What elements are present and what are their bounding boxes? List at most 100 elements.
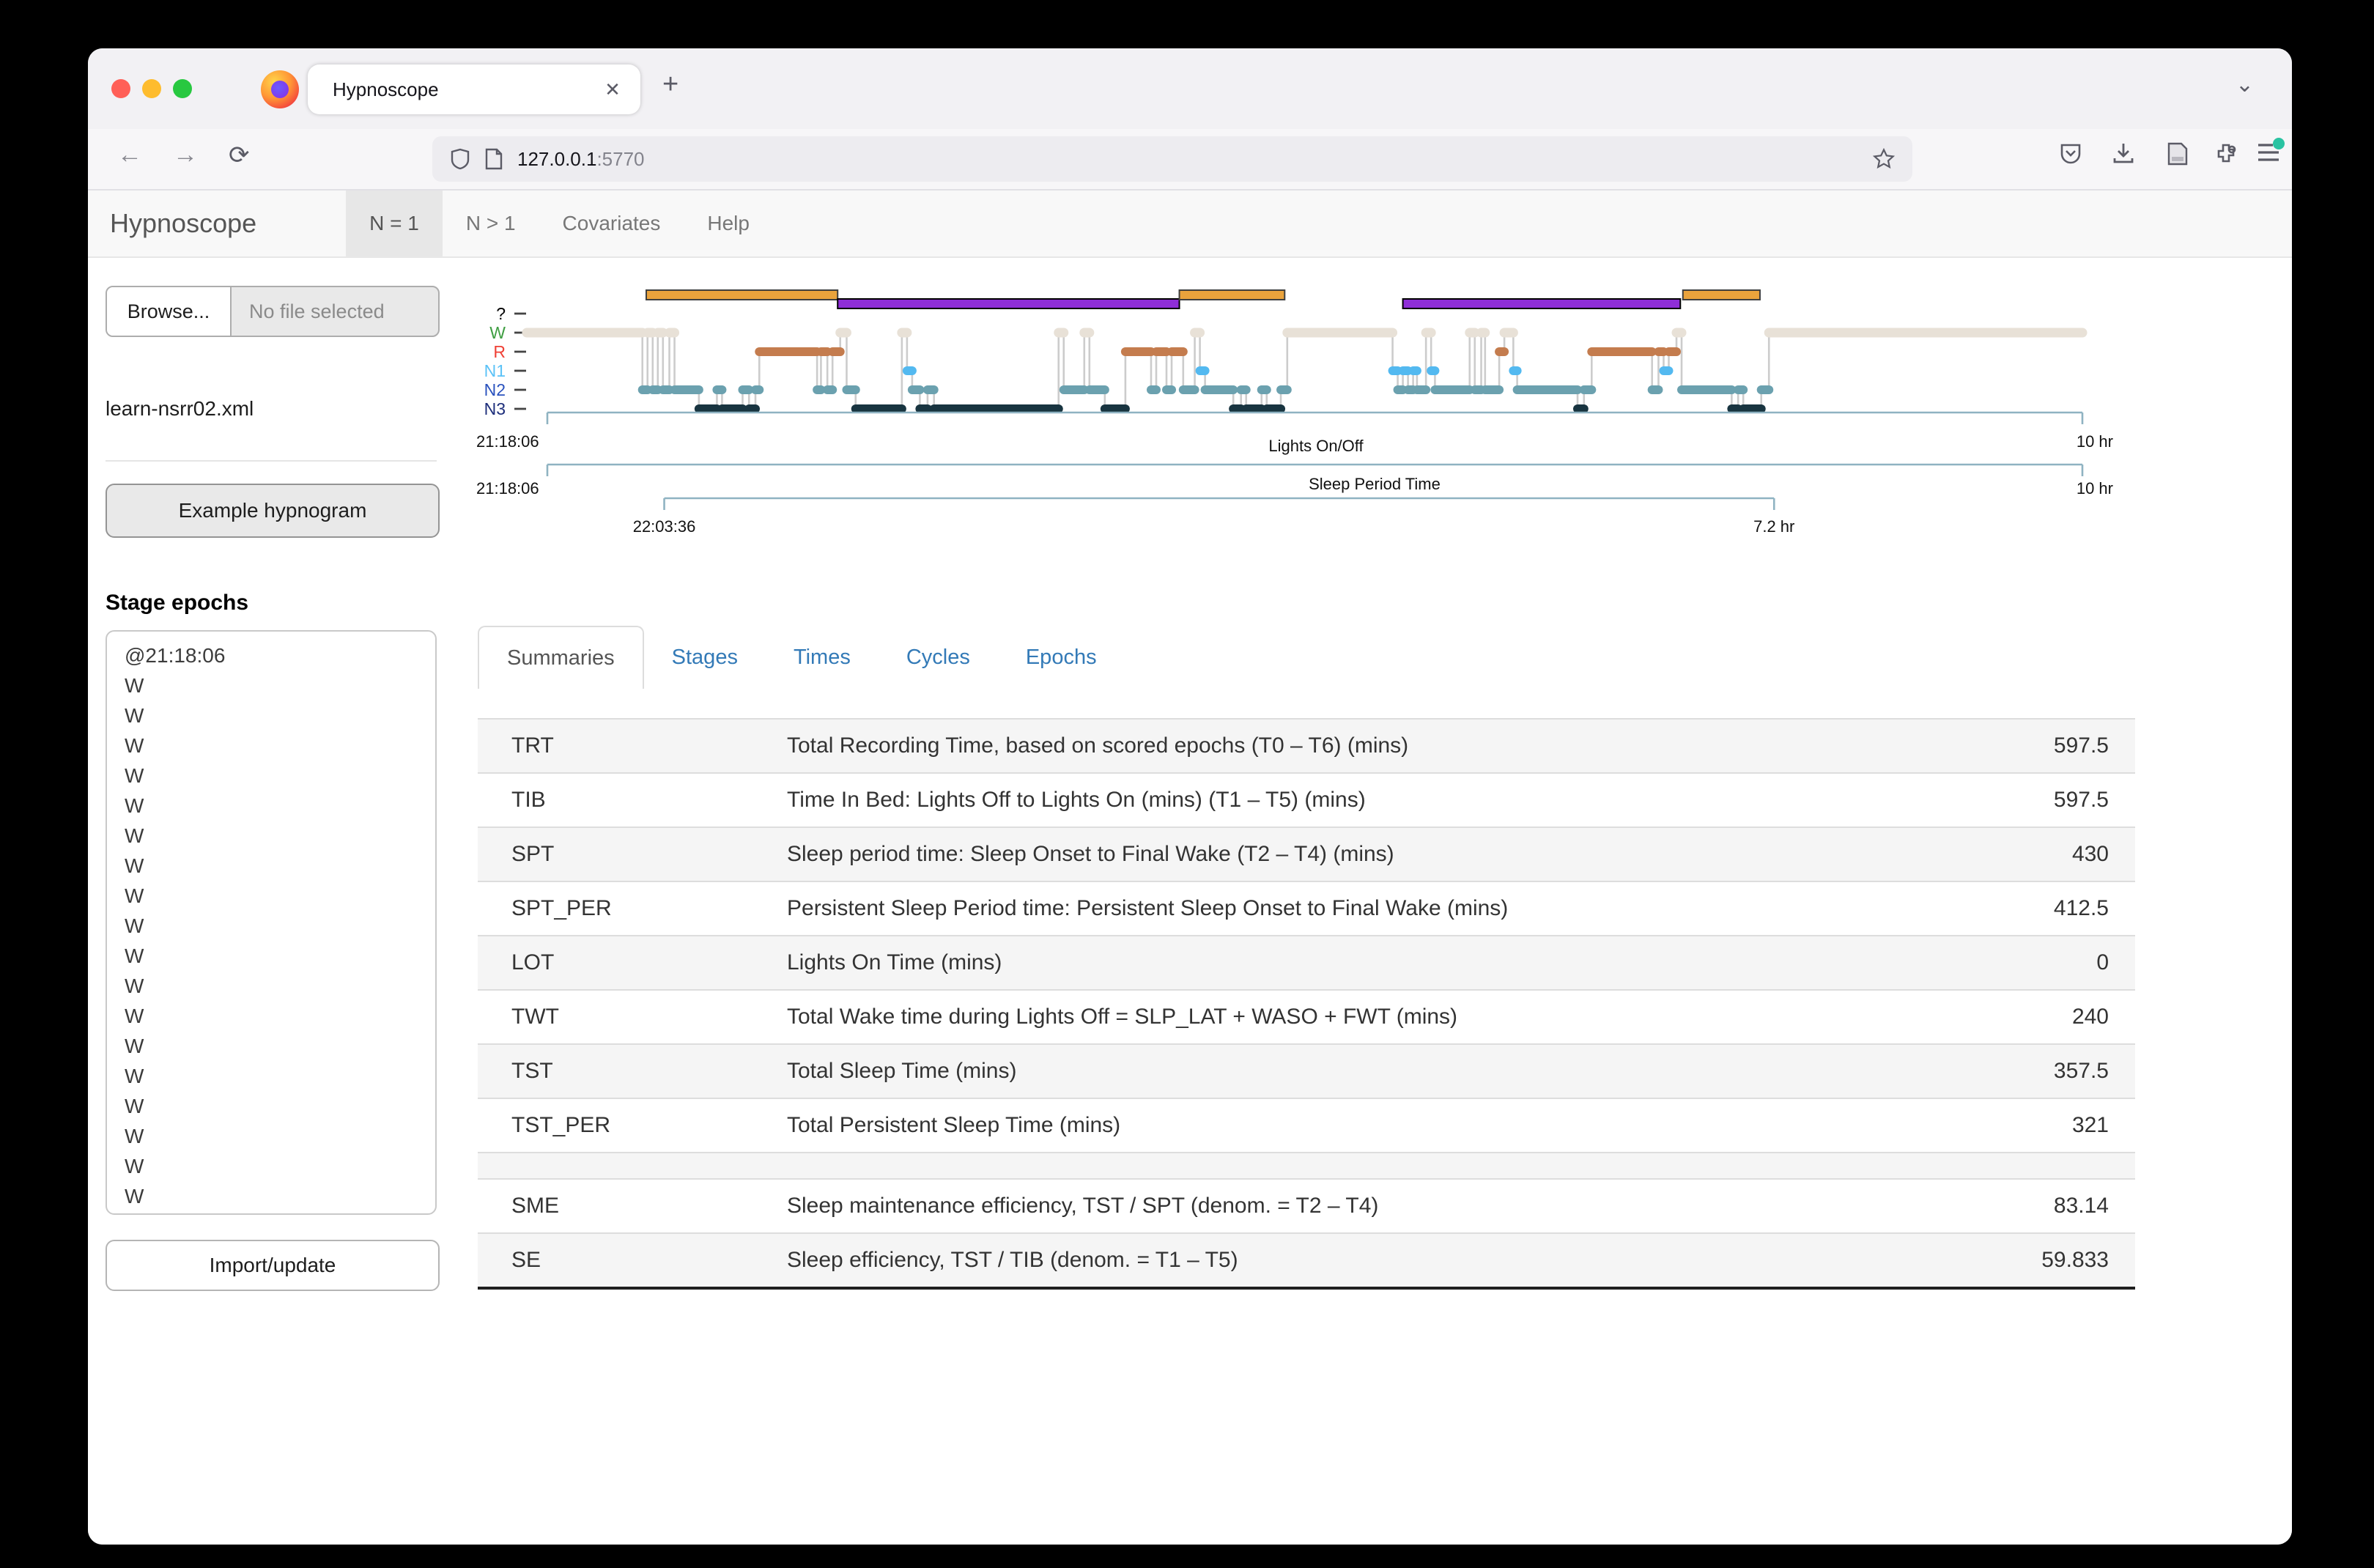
epoch-list-item: W: [125, 1151, 435, 1181]
metric-description: Sleep efficiency, TST / TIB (denom. = T1…: [787, 1248, 2041, 1273]
browser-toolbar: ← → ⟳ 127.0.0.1:5770: [88, 129, 2292, 191]
table-row: TST_PERTotal Persistent Sleep Time (mins…: [478, 1098, 2135, 1152]
tab-times[interactable]: Times: [766, 626, 879, 689]
browser-tab[interactable]: Hypnoscope ✕: [308, 64, 640, 114]
screenshot-stage: Hypnoscope ✕ + ⌄ ← → ⟳ 127.0.0.1:5770: [0, 0, 2374, 1568]
metric-code: SPT: [478, 842, 787, 867]
nav-item-n-1[interactable]: N = 1: [346, 191, 443, 256]
metric-description: Time In Bed: Lights Off to Lights On (mi…: [787, 788, 2054, 813]
sleep-period-duration: 7.2 hr: [1753, 517, 1794, 536]
metric-value: 83.14: [2054, 1194, 2135, 1218]
metric-code: SE: [478, 1248, 787, 1273]
cycle-band-orange: [1180, 290, 1285, 300]
tab-epochs[interactable]: Epochs: [998, 626, 1125, 689]
back-button[interactable]: ←: [117, 141, 142, 169]
epoch-list-item: W: [125, 821, 435, 851]
epoch-list-item: W: [125, 911, 435, 941]
metric-code: LOT: [478, 950, 787, 975]
metric-description: Sleep period time: Sleep Onset to Final …: [787, 842, 2072, 867]
metric-code: TRT: [478, 733, 787, 758]
url-bar[interactable]: 127.0.0.1:5770: [432, 136, 1912, 182]
menu-hamburger-icon[interactable]: [2257, 142, 2280, 163]
sidebar-document-icon[interactable]: [2167, 142, 2188, 166]
cycle-band-purple: [837, 299, 1179, 308]
epoch-list-item: W: [125, 1181, 435, 1211]
metric-code: TIB: [478, 788, 787, 813]
browse-button[interactable]: Browse...: [107, 287, 232, 336]
lights-onoff-label: Lights On/Off: [1268, 437, 1364, 455]
forward-button[interactable]: →: [173, 141, 198, 169]
page-info-icon[interactable]: [485, 148, 503, 170]
epoch-list-item: @21:18:06: [125, 640, 435, 670]
metric-description: Total Wake time during Lights Off = SLP_…: [787, 1005, 2072, 1029]
epoch-list-item: W: [125, 1211, 435, 1215]
epoch-list-item: W: [125, 881, 435, 911]
extensions-puzzle-icon[interactable]: [2214, 142, 2238, 166]
app-brand[interactable]: Hypnoscope: [88, 191, 278, 256]
table-spacer-row: [478, 1152, 2135, 1178]
nav-item-covariates[interactable]: Covariates: [539, 191, 684, 256]
import-update-button[interactable]: Import/update: [106, 1240, 440, 1291]
shield-icon: [450, 148, 470, 170]
cycle-band-orange: [1683, 290, 1760, 300]
axis-start-time: 21:18:06: [476, 432, 539, 451]
metric-value: 321: [2072, 1113, 2135, 1138]
metric-description: Persistent Sleep Period time: Persistent…: [787, 896, 2054, 921]
metric-value: 0: [2096, 950, 2135, 975]
downloads-icon[interactable]: [2112, 142, 2135, 166]
stage-epochs-list[interactable]: @21:18:06WWWWWWWWWWWWWWWWWWW: [106, 630, 437, 1215]
metric-value: 59.833: [2041, 1248, 2135, 1273]
table-row: LOTLights On Time (mins)0: [478, 935, 2135, 989]
metric-value: 357.5: [2054, 1059, 2135, 1084]
browser-window: Hypnoscope ✕ + ⌄ ← → ⟳ 127.0.0.1:5770: [88, 48, 2292, 1545]
close-window-button[interactable]: [111, 79, 130, 98]
metric-value: 597.5: [2054, 733, 2135, 758]
metric-code: TST: [478, 1059, 787, 1084]
minimize-window-button[interactable]: [142, 79, 161, 98]
reload-button[interactable]: ⟳: [229, 141, 250, 170]
list-tabs-chevron-icon[interactable]: ⌄: [2236, 72, 2254, 97]
file-status-text: No file selected: [232, 287, 438, 336]
zoom-window-button[interactable]: [173, 79, 192, 98]
lights-start-time: 21:18:06: [476, 479, 539, 498]
table-row: TRTTotal Recording Time, based on scored…: [478, 718, 2135, 772]
update-notification-dot: [2273, 138, 2285, 149]
table-row: TSTTotal Sleep Time (mins)357.5: [478, 1043, 2135, 1098]
tab-stages[interactable]: Stages: [644, 626, 766, 689]
url-host: 127.0.0.1: [517, 148, 596, 171]
pocket-icon[interactable]: [2059, 142, 2082, 166]
epoch-list-item: W: [125, 1061, 435, 1091]
epoch-list-item: W: [125, 791, 435, 821]
sidebar-divider: [106, 460, 437, 462]
tab-summaries[interactable]: Summaries: [478, 626, 644, 689]
table-row: SPTSleep period time: Sleep Onset to Fin…: [478, 826, 2135, 881]
stage-axis-label: R: [493, 342, 506, 361]
table-row: SESleep efficiency, TST / TIB (denom. = …: [478, 1232, 2135, 1287]
table-row: SPT_PERPersistent Sleep Period time: Per…: [478, 881, 2135, 935]
cycle-band-purple: [1403, 299, 1681, 308]
example-hypnogram-button[interactable]: Example hypnogram: [106, 484, 440, 538]
nav-item-n-1[interactable]: N > 1: [443, 191, 539, 256]
metric-code: TST_PER: [478, 1113, 787, 1138]
metric-description: Total Sleep Time (mins): [787, 1059, 2054, 1084]
metric-value: 412.5: [2054, 896, 2135, 921]
metric-value: 597.5: [2054, 788, 2135, 813]
epoch-list-item: W: [125, 1031, 435, 1061]
close-tab-icon[interactable]: ✕: [596, 73, 629, 106]
table-row: SMESleep maintenance efficiency, TST / S…: [478, 1178, 2135, 1232]
epoch-list-item: W: [125, 971, 435, 1001]
url-port: :5770: [596, 148, 644, 171]
new-tab-button[interactable]: +: [662, 69, 678, 100]
table-row: TIBTime In Bed: Lights Off to Lights On …: [478, 772, 2135, 826]
app-nav-items: N = 1N > 1CovariatesHelp: [346, 191, 773, 256]
bookmark-star-icon[interactable]: [1873, 148, 1895, 170]
epoch-list-item: W: [125, 761, 435, 791]
hypnogram-chart: ?WRN1N2N321:18:0610 hrLights On/Off21:18…: [469, 277, 2125, 570]
tab-cycles[interactable]: Cycles: [879, 626, 998, 689]
file-input-control[interactable]: Browse... No file selected: [106, 286, 440, 337]
stage-axis-label: ?: [496, 304, 506, 323]
epoch-list-item: W: [125, 1121, 435, 1151]
nav-item-help[interactable]: Help: [684, 191, 773, 256]
table-row: TWTTotal Wake time during Lights Off = S…: [478, 989, 2135, 1043]
loaded-filename: learn-nsrr02.xml: [106, 397, 254, 421]
